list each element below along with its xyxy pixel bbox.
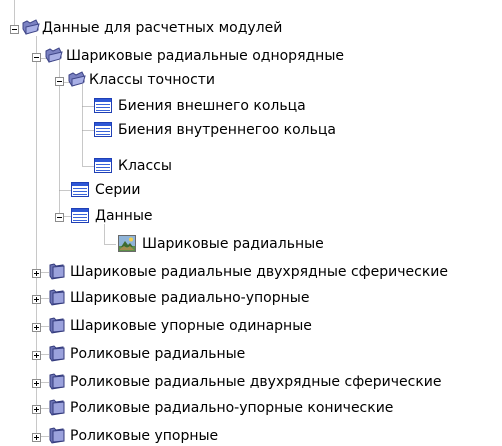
tree-view: Данные для расчетных модулей Шариковые р…	[0, 0, 502, 446]
tree-node-folder[interactable]: Шариковые радиальные двухрядные сферичес…	[0, 262, 502, 282]
folder-closed-icon	[49, 263, 65, 280]
tree-node-label: Шариковые радиальные однорядные	[66, 48, 344, 64]
tree-node-folder[interactable]: Классы точности	[0, 70, 502, 90]
tree-node-label: Биения внешнего кольца	[118, 98, 306, 114]
tree-node-folder[interactable]: Роликовые радиальные двухрядные сферичес…	[0, 372, 502, 392]
folder-open-icon	[68, 71, 86, 87]
tree-node-folder[interactable]: Роликовые упорные	[0, 426, 502, 446]
tree-node-label: Шариковые радиальные двухрядные сферичес…	[70, 264, 448, 280]
tree-node-label: Данные для расчетных модулей	[42, 20, 283, 36]
folder-closed-icon	[49, 345, 65, 362]
tree-node-label: Классы	[118, 158, 172, 174]
tree-node-table[interactable]: Серии	[0, 180, 502, 200]
tree-node-label: Роликовые радиальные двухрядные сферичес…	[70, 374, 442, 390]
expand-toggle[interactable]	[32, 351, 41, 360]
tree-node-label: Роликовые упорные	[70, 428, 219, 444]
table-icon	[94, 158, 112, 173]
table-icon	[71, 182, 89, 197]
folder-closed-icon	[49, 399, 65, 416]
tree-node-folder[interactable]: Шариковые упорные одинарные	[0, 316, 502, 336]
folder-closed-icon	[49, 317, 65, 334]
tree-node-label: Шариковые радиально-упорные	[70, 290, 310, 306]
tree-node-folder[interactable]: Роликовые радиальные	[0, 344, 502, 364]
collapse-toggle[interactable]	[10, 25, 19, 34]
expand-toggle[interactable]	[32, 295, 41, 304]
tree-node-label: Роликовые радиально-упорные конические	[70, 400, 394, 416]
collapse-toggle[interactable]	[55, 77, 64, 86]
expand-toggle[interactable]	[32, 379, 41, 388]
table-icon	[94, 98, 112, 113]
tree-node-label: Шариковые радиальные	[142, 236, 324, 252]
folder-open-icon	[22, 19, 40, 35]
tree-node-label: Серии	[95, 182, 141, 198]
tree-node-label: Биения внутреннегоо кольца	[118, 122, 336, 138]
expand-toggle[interactable]	[32, 269, 41, 278]
tree-node-label: Шариковые упорные одинарные	[70, 318, 312, 334]
tree-node-root[interactable]: Данные для расчетных модулей	[0, 18, 502, 38]
folder-closed-icon	[49, 373, 65, 390]
tree-node-label: Данные	[95, 208, 153, 224]
folder-closed-icon	[49, 289, 65, 306]
expand-toggle[interactable]	[32, 405, 41, 414]
tree-node-label: Классы точности	[89, 72, 216, 88]
tree-node-folder[interactable]: Шариковые радиально-упорные	[0, 288, 502, 308]
tree-node-image[interactable]: Шариковые радиальные	[0, 234, 502, 254]
tree-node-table[interactable]: Биения внешнего кольца	[0, 96, 502, 116]
folder-open-icon	[45, 47, 63, 63]
tree-node-folder[interactable]: Роликовые радиально-упорные конические	[0, 398, 502, 418]
tree-node-table[interactable]: Данные	[0, 206, 502, 226]
expand-toggle[interactable]	[32, 323, 41, 332]
collapse-toggle[interactable]	[32, 53, 41, 62]
folder-closed-icon	[49, 427, 65, 444]
tree-node-table[interactable]: Классы	[0, 156, 502, 176]
tree-node-table[interactable]: Биения внутреннегоо кольца	[0, 120, 502, 140]
collapse-toggle[interactable]	[55, 213, 64, 222]
table-icon	[94, 122, 112, 137]
image-icon	[118, 235, 136, 252]
tree-node-label: Роликовые радиальные	[70, 346, 246, 362]
expand-toggle[interactable]	[32, 433, 41, 442]
tree-node-folder[interactable]: Шариковые радиальные однорядные	[0, 46, 502, 66]
table-icon	[71, 208, 89, 223]
